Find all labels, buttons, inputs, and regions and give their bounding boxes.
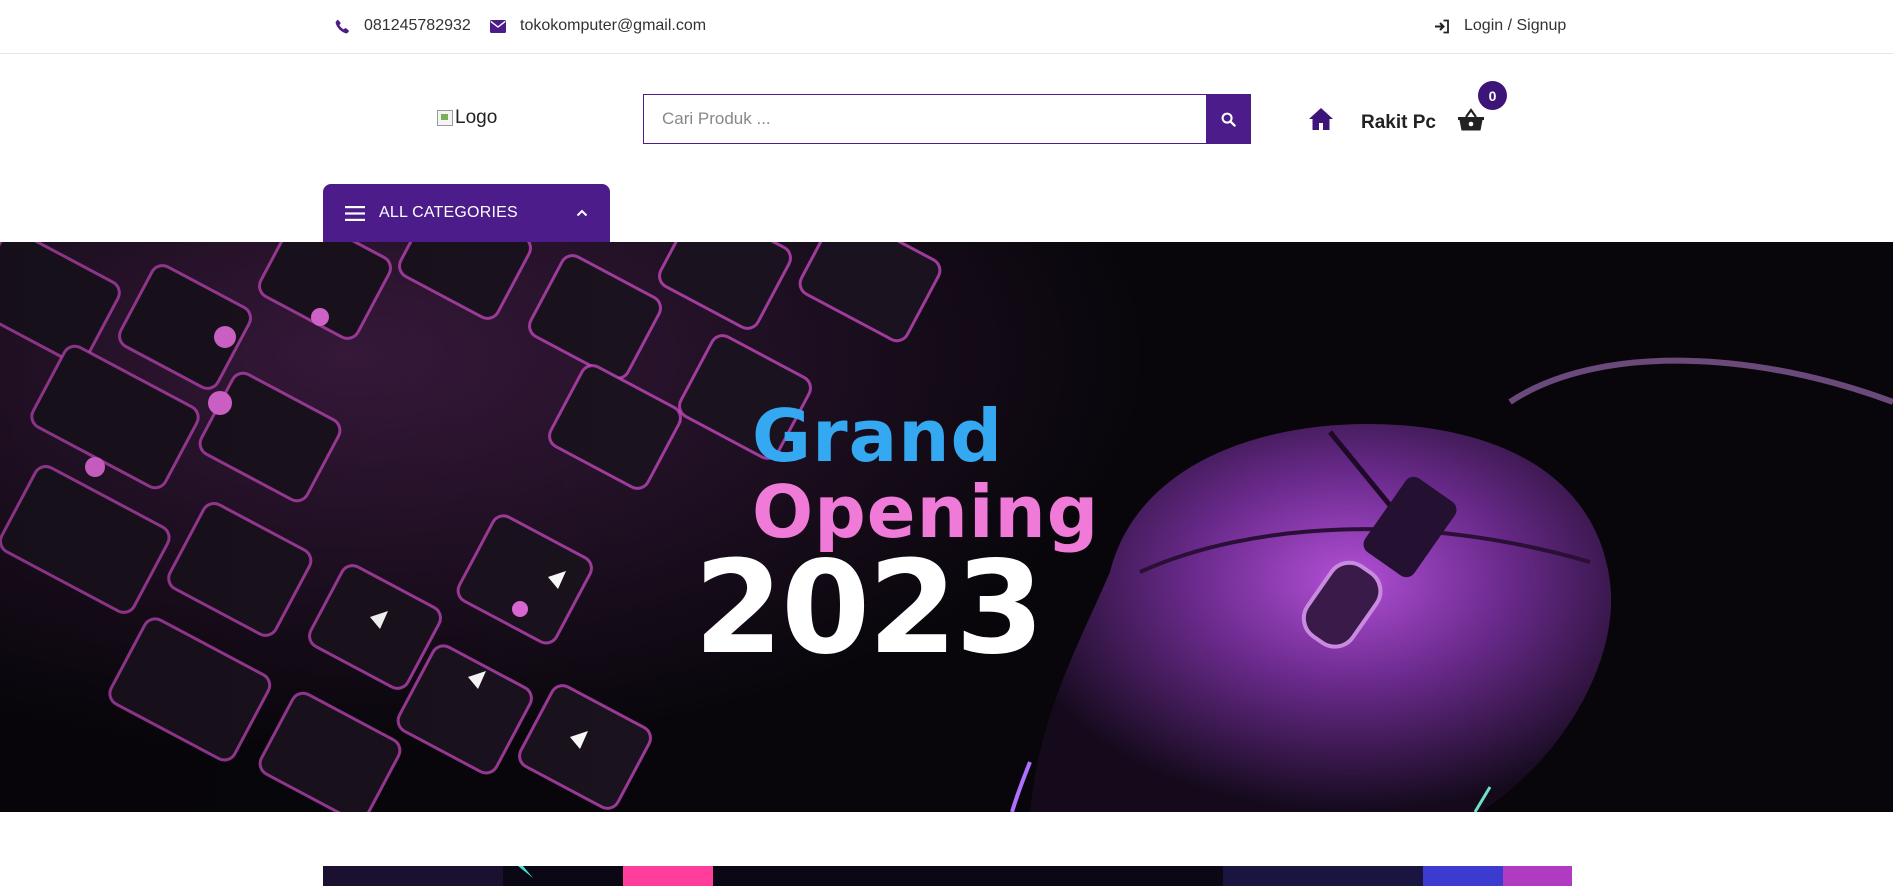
secondary-banner-image <box>323 866 1572 886</box>
site-logo[interactable]: Logo <box>437 106 557 130</box>
sign-in-icon <box>1435 19 1449 33</box>
phone-number: 081245782932 <box>364 17 471 34</box>
categories-label: ALL CATEGORIES <box>379 204 518 221</box>
top-bar: 081245782932 tokokomputer@gmail.com Logi… <box>0 0 1893 54</box>
login-signup-link[interactable]: Login / Signup <box>1434 17 1566 35</box>
logo-alt-text: Logo <box>455 107 498 128</box>
broken-image-icon <box>437 110 453 126</box>
hero-grand-text: Grand <box>752 394 1003 478</box>
phone-icon <box>335 19 349 33</box>
hero-year-text: 2023 <box>694 534 1044 683</box>
contact-phone: 081245782932 <box>335 17 471 35</box>
hero-banner[interactable]: Grand Opening 2023 <box>0 242 1893 812</box>
contact-email: tokokomputer@gmail.com <box>490 17 706 35</box>
login-label: Login / Signup <box>1464 17 1567 34</box>
search-input[interactable] <box>643 94 1207 144</box>
email-address: tokokomputer@gmail.com <box>520 17 707 34</box>
chevron-up-icon <box>576 209 588 217</box>
envelope-icon <box>490 19 506 33</box>
all-categories-toggle[interactable]: ALL CATEGORIES <box>323 184 610 242</box>
search-button[interactable] <box>1206 94 1251 144</box>
cart-count-badge: 0 <box>1478 81 1507 110</box>
shopping-basket-icon[interactable] <box>1457 108 1485 132</box>
hamburger-icon <box>345 205 365 221</box>
home-icon[interactable] <box>1308 107 1334 131</box>
rakit-pc-link[interactable]: Rakit Pc <box>1361 112 1436 134</box>
search-icon <box>1221 112 1236 127</box>
secondary-banner[interactable] <box>323 866 1572 886</box>
